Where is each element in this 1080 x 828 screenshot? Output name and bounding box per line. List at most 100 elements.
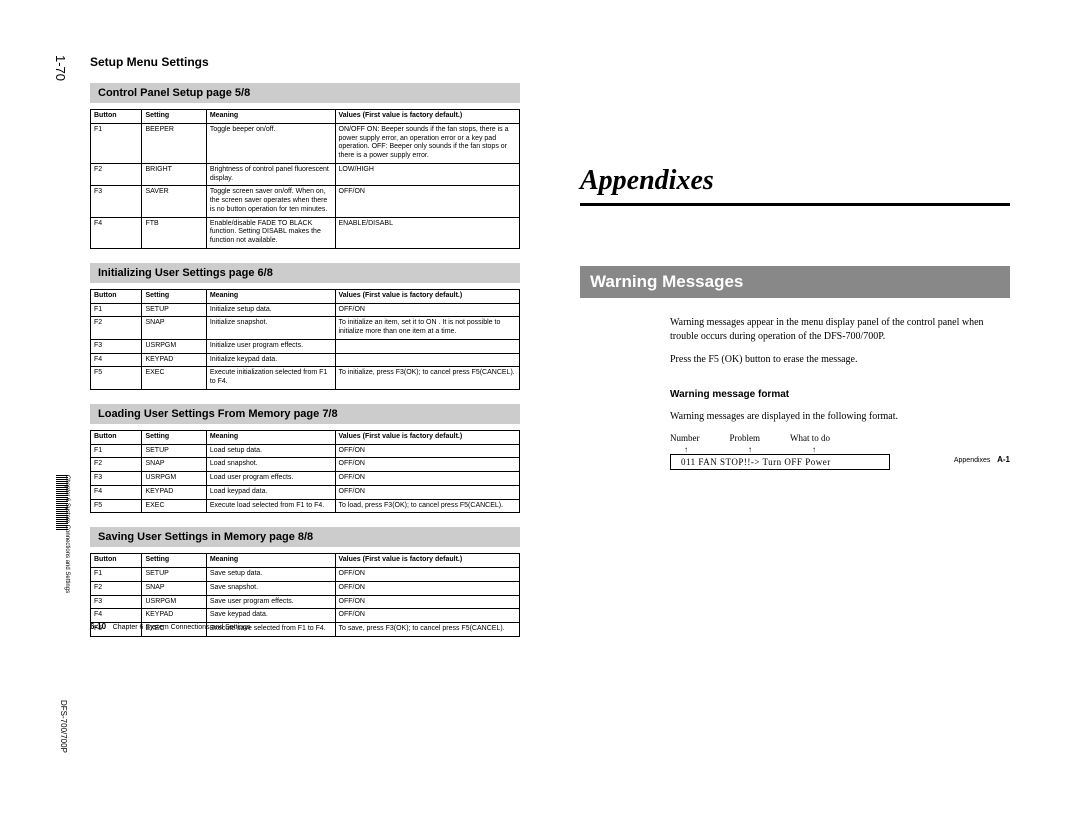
- table-cell: F1: [91, 303, 142, 317]
- table-row: F5EXECExecute initialization selected fr…: [91, 367, 520, 390]
- table-cell: Toggle screen saver on/off. When on, the…: [206, 186, 335, 217]
- settings-table: ButtonSettingMeaningValues (First value …: [90, 109, 520, 249]
- table-cell: F1: [91, 123, 142, 163]
- warning-para-2: Press the F5 (OK) button to erase the me…: [670, 353, 1010, 367]
- table-cell: F2: [91, 317, 142, 340]
- setup-menu-heading: Setup Menu Settings: [90, 55, 520, 69]
- table-cell: Load user program effects.: [206, 472, 335, 486]
- table-row: F3SAVERToggle screen saver on/off. When …: [91, 186, 520, 217]
- table-row: F1BEEPERToggle beeper on/off.ON/OFF ON: …: [91, 123, 520, 163]
- table-row: F3USRPGMSave user program effects.OFF/ON: [91, 595, 520, 609]
- table-cell: OFF/ON: [335, 609, 520, 623]
- table-cell: Load setup data.: [206, 444, 335, 458]
- table-row: F1SETUPSave setup data.OFF/ON: [91, 568, 520, 582]
- table-row: F5EXECExecute load selected from F1 to F…: [91, 499, 520, 513]
- table-cell: Save setup data.: [206, 568, 335, 582]
- table-cell: F3: [91, 339, 142, 353]
- table-cell: USRPGM: [142, 472, 206, 486]
- right-footer: Appendixes A-1: [954, 455, 1010, 464]
- table-cell: Save snapshot.: [206, 581, 335, 595]
- table-cell: KEYPAD: [142, 485, 206, 499]
- warning-para-3: Warning messages are displayed in the fo…: [670, 410, 1010, 424]
- table-header: Button: [91, 554, 142, 568]
- table-cell: OFF/ON: [335, 595, 520, 609]
- warning-format-diagram: Number Problem What to do ↑ ↑ ↑ 011 FAN …: [670, 433, 1010, 470]
- table-row: F1SETUPInitialize setup data.OFF/ON: [91, 303, 520, 317]
- fmt-tick: ↑: [748, 445, 752, 454]
- table-cell: OFF/ON: [335, 568, 520, 582]
- table-row: F2SNAPSave snapshot.OFF/ON: [91, 581, 520, 595]
- table-header: Button: [91, 430, 142, 444]
- fmt-tick: ↑: [684, 445, 688, 454]
- table-cell: OFF/ON: [335, 458, 520, 472]
- table-cell: BRIGHT: [142, 163, 206, 186]
- table-cell: LOW/HIGH: [335, 163, 520, 186]
- table-cell: OFF/ON: [335, 485, 520, 499]
- table-cell: F1: [91, 444, 142, 458]
- table-row: F2SNAPInitialize snapshot.To initialize …: [91, 317, 520, 340]
- table-cell: To initialize an item, set it to ON . It…: [335, 317, 520, 340]
- section-title-band: Loading User Settings From Memory page 7…: [90, 404, 520, 424]
- left-footer-num: 6-10: [90, 622, 106, 631]
- table-cell: ON/OFF ON: Beeper sounds if the fan stop…: [335, 123, 520, 163]
- table-header: Setting: [142, 430, 206, 444]
- table-row: F1SETUPLoad setup data.OFF/ON: [91, 444, 520, 458]
- fmt-label-number: Number: [670, 433, 700, 443]
- table-cell: SNAP: [142, 581, 206, 595]
- appendixes-rule: [580, 203, 1010, 206]
- section-title-band: Control Panel Setup page 5/8: [90, 83, 520, 103]
- table-cell: F3: [91, 186, 142, 217]
- table-cell: Save user program effects.: [206, 595, 335, 609]
- table-header: Values (First value is factory default.): [335, 110, 520, 124]
- section-title-band: Initializing User Settings page 6/8: [90, 263, 520, 283]
- table-header: Meaning: [206, 289, 335, 303]
- right-footer-text: Appendixes: [954, 457, 991, 464]
- table-header: Setting: [142, 554, 206, 568]
- table-cell: Toggle beeper on/off.: [206, 123, 335, 163]
- table-row: F4KEYPADInitialize keypad data.: [91, 353, 520, 367]
- left-page: Setup Menu Settings Control Panel Setup …: [90, 55, 520, 637]
- table-cell: To initialize, press F3(OK); to cancel p…: [335, 367, 520, 390]
- table-header: Button: [91, 110, 142, 124]
- chapter-side-label: Chapter 6 System Connections and Setting…: [63, 475, 70, 593]
- fmt-label-action: What to do: [790, 433, 830, 443]
- table-cell: EXEC: [142, 499, 206, 513]
- table-cell: Execute initialization selected from F1 …: [206, 367, 335, 390]
- table-cell: To load, press F3(OK); to cancel press F…: [335, 499, 520, 513]
- table-cell: Initialize setup data.: [206, 303, 335, 317]
- table-cell: F4: [91, 609, 142, 623]
- table-cell: Initialize snapshot.: [206, 317, 335, 340]
- warning-format-heading: Warning message format: [670, 389, 1010, 400]
- table-cell: SETUP: [142, 568, 206, 582]
- table-cell: OFF/ON: [335, 472, 520, 486]
- right-footer-num: A-1: [997, 455, 1010, 464]
- model-side-label: DFS-700/700P: [59, 700, 68, 753]
- table-cell: Initialize user program effects.: [206, 339, 335, 353]
- table-header: Setting: [142, 110, 206, 124]
- table-cell: Execute load selected from F1 to F4.: [206, 499, 335, 513]
- table-row: F2SNAPLoad snapshot.OFF/ON: [91, 458, 520, 472]
- table-cell: OFF/ON: [335, 186, 520, 217]
- table-cell: OFF/ON: [335, 444, 520, 458]
- table-cell: Load keypad data.: [206, 485, 335, 499]
- table-cell: KEYPAD: [142, 353, 206, 367]
- table-cell: Initialize keypad data.: [206, 353, 335, 367]
- table-header: Values (First value is factory default.): [335, 430, 520, 444]
- table-row: F4KEYPADSave keypad data.OFF/ON: [91, 609, 520, 623]
- right-page: Appendixes Warning Messages Warning mess…: [580, 55, 1010, 470]
- left-footer: 6-10 Chapter 6 System Connections and Se…: [90, 622, 250, 631]
- table-cell: SAVER: [142, 186, 206, 217]
- table-cell: EXEC: [142, 367, 206, 390]
- fmt-tick: ↑: [812, 445, 816, 454]
- table-row: F3USRPGMLoad user program effects.OFF/ON: [91, 472, 520, 486]
- fmt-label-problem: Problem: [730, 433, 761, 443]
- table-cell: F3: [91, 472, 142, 486]
- table-cell: SNAP: [142, 458, 206, 472]
- table-cell: FTB: [142, 217, 206, 248]
- table-cell: OFF/ON: [335, 581, 520, 595]
- table-header: Button: [91, 289, 142, 303]
- table-header: Values (First value is factory default.): [335, 289, 520, 303]
- table-cell: Enable/disable FADE TO BLACK function. S…: [206, 217, 335, 248]
- table-cell: SETUP: [142, 303, 206, 317]
- table-header: Values (First value is factory default.): [335, 554, 520, 568]
